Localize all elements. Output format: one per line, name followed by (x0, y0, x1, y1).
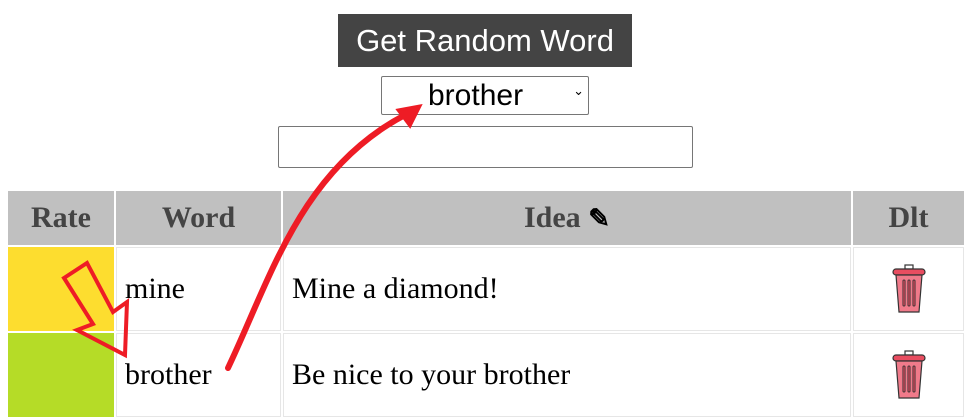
trash-icon[interactable] (891, 350, 926, 400)
delete-cell (853, 333, 964, 417)
word-select[interactable]: brother ⌄ (381, 76, 589, 115)
idea-input[interactable] (278, 126, 693, 168)
chevron-down-icon: ⌄ (573, 83, 584, 98)
table-row: brother Be nice to your brother (8, 333, 964, 417)
header-rate: Rate (8, 191, 114, 245)
word-cell: brother (116, 333, 281, 417)
rate-cell[interactable] (8, 333, 114, 417)
words-table: Rate Word Idea ✎ Dlt mine Mine a diamond… (6, 189, 966, 419)
table-header: Rate Word Idea ✎ Dlt (8, 191, 964, 245)
word-cell: mine (116, 247, 281, 331)
get-random-word-button[interactable]: Get Random Word (338, 14, 632, 67)
idea-cell[interactable]: Be nice to your brother (283, 333, 851, 417)
rate-cell[interactable] (8, 247, 114, 331)
pencil-icon[interactable]: ✎ (588, 204, 610, 233)
header-idea: Idea ✎ (283, 191, 851, 245)
selected-word: brother (428, 79, 524, 112)
table-row: mine Mine a diamond! (8, 247, 964, 331)
header-word: Word (116, 191, 281, 245)
idea-cell[interactable]: Mine a diamond! (283, 247, 851, 331)
trash-icon[interactable] (891, 264, 926, 314)
delete-cell (853, 247, 964, 331)
header-idea-label: Idea (524, 201, 581, 234)
header-dlt: Dlt (853, 191, 964, 245)
